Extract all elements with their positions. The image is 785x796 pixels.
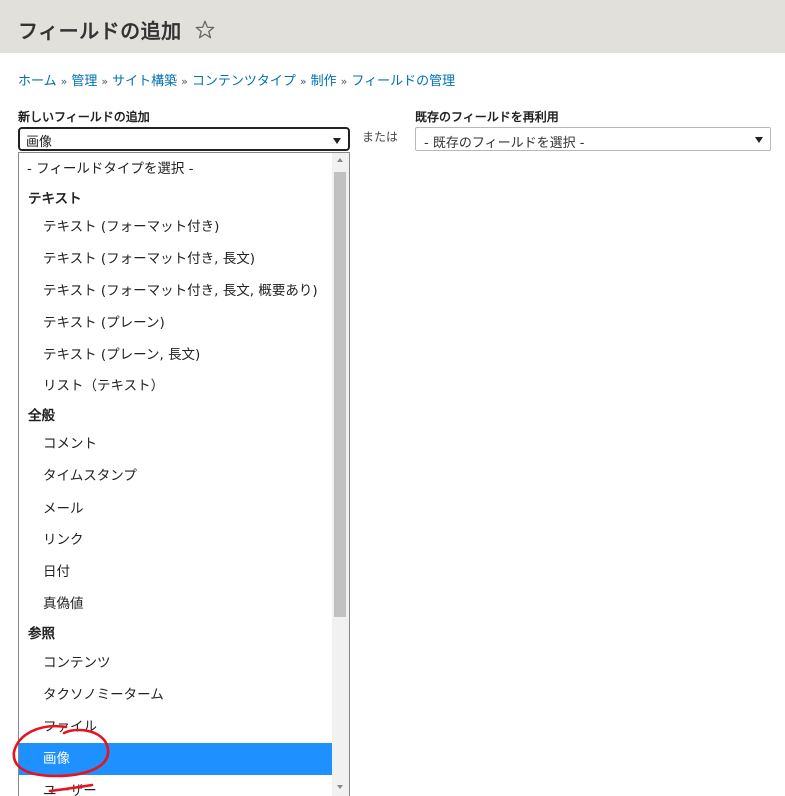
existing-field-select[interactable]: - 既存のフィールドを選択 -: [415, 127, 771, 151]
breadcrumb-link-content-types[interactable]: コンテンツタイプ: [192, 74, 296, 89]
dropdown-option[interactable]: テキスト (フォーマット付き, 長文): [19, 243, 332, 275]
dropdown-option-selected[interactable]: 画像: [19, 743, 332, 775]
field-type-dropdown-list[interactable]: - フィールドタイプを選択 - テキスト テキスト (フォーマット付き) テキス…: [18, 152, 350, 796]
existing-field-select-value: - 既存のフィールドを選択 -: [424, 136, 585, 151]
dropdown-option[interactable]: テキスト (フォーマット付き, 長文, 概要あり): [19, 275, 332, 307]
dropdown-option[interactable]: テキスト (プレーン): [19, 307, 332, 339]
dropdown-option[interactable]: 日付: [19, 556, 332, 588]
breadcrumb-separator: »: [181, 75, 188, 88]
chevron-down-icon: [755, 137, 763, 143]
dropdown-option[interactable]: タイムスタンプ: [19, 460, 332, 492]
dropdown-option[interactable]: リンク: [19, 524, 332, 556]
breadcrumb-link-manage-fields[interactable]: フィールドの管理: [351, 74, 455, 89]
breadcrumb-link-home[interactable]: ホーム: [18, 74, 57, 89]
dropdown-option-placeholder[interactable]: - フィールドタイプを選択 -: [19, 153, 332, 185]
dropdown-option[interactable]: 真偽値: [19, 588, 332, 620]
breadcrumb-separator: »: [60, 75, 68, 88]
dropdown-option[interactable]: ユーザー: [19, 775, 332, 796]
dropdown-option[interactable]: リスト（テキスト）: [19, 370, 332, 402]
dropdown-option[interactable]: コンテンツ: [19, 647, 332, 679]
breadcrumb-link-production[interactable]: 制作: [311, 74, 337, 89]
star-icon[interactable]: [194, 19, 216, 41]
or-text: または: [362, 130, 399, 144]
dropdown-option[interactable]: テキスト (プレーン, 長文): [19, 339, 332, 371]
scroll-up-arrow-icon[interactable]: [337, 158, 343, 162]
breadcrumb-separator: »: [340, 75, 348, 88]
page-title: フィールドの追加: [18, 19, 182, 43]
scroll-down-arrow-icon[interactable]: [337, 785, 343, 789]
dropdown-scrollbar[interactable]: [332, 153, 349, 796]
dropdown-option[interactable]: ファイル: [19, 711, 332, 743]
new-field-label: 新しいフィールドの追加: [18, 110, 150, 124]
breadcrumb-link-structure[interactable]: サイト構築: [112, 74, 177, 89]
existing-field-label: 既存のフィールドを再利用: [415, 110, 559, 124]
new-field-select[interactable]: 画像: [18, 127, 350, 151]
dropdown-option[interactable]: メール: [19, 493, 332, 525]
dropdown-option[interactable]: テキスト (フォーマット付き): [19, 211, 332, 243]
dropdown-group-reference: 参照: [28, 626, 55, 642]
scrollbar-thumb[interactable]: [334, 172, 346, 617]
breadcrumb-link-admin[interactable]: 管理: [71, 74, 97, 89]
chevron-down-icon: [333, 138, 341, 144]
breadcrumb-separator: »: [299, 75, 307, 88]
dropdown-option[interactable]: コメント: [19, 428, 332, 460]
dropdown-option[interactable]: タクソノミーターム: [19, 679, 332, 711]
page-header: フィールドの追加: [0, 0, 785, 53]
breadcrumb-separator: »: [101, 75, 109, 88]
breadcrumb: ホーム» 管理» サイト構築» コンテンツタイプ» 制作» フィールドの管理: [18, 70, 455, 89]
new-field-select-value: 画像: [26, 135, 53, 150]
